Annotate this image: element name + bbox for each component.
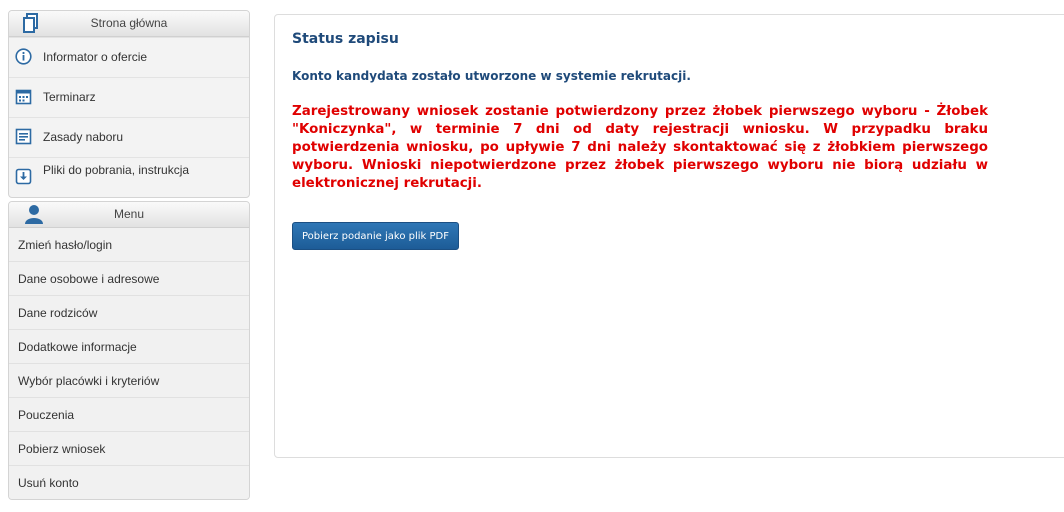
sidebar-item-pliki[interactable]: Pliki do pobrania, instrukcja: [9, 157, 249, 197]
sidebar-item-label: Informator o ofercie: [43, 50, 148, 64]
sidebar-item-label: Pliki do pobrania, instrukcja: [43, 163, 190, 177]
menu-item-parents-data[interactable]: Dane rodziców: [9, 295, 249, 329]
menu-item-change-password[interactable]: Zmień hasło/login: [9, 228, 249, 261]
sidebar: Strona główna Informator o ofercie Termi…: [8, 10, 250, 503]
home-panel-header[interactable]: Strona główna: [9, 11, 249, 37]
home-panel-title: Strona główna: [90, 16, 168, 30]
menu-item-label: Pouczenia: [18, 408, 75, 422]
menu-item-personal-data[interactable]: Dane osobowe i adresowe: [9, 261, 249, 295]
menu-item-facility-choice[interactable]: Wybór placówki i kryteriów: [9, 363, 249, 397]
menu-item-label: Dodatkowe informacje: [18, 340, 137, 354]
menu-item-label: Zmień hasło/login: [18, 238, 113, 252]
sidebar-item-terminarz[interactable]: Terminarz: [9, 77, 249, 117]
menu-item-additional-info[interactable]: Dodatkowe informacje: [9, 329, 249, 363]
document-list-icon: [15, 128, 32, 145]
menu-item-label: Pobierz wniosek: [18, 442, 106, 456]
download-icon: [15, 168, 32, 185]
sidebar-item-label: Zasady naboru: [43, 130, 124, 144]
menu-item-label: Usuń konto: [18, 476, 79, 490]
menu-panel-title: Menu: [113, 207, 145, 221]
info-icon: [15, 48, 32, 65]
menu-panel-header: Menu: [9, 202, 249, 228]
home-panel: Strona główna Informator o ofercie Termi…: [8, 10, 250, 198]
menu-item-instructions[interactable]: Pouczenia: [9, 397, 249, 431]
sidebar-item-zasady-naboru[interactable]: Zasady naboru: [9, 117, 249, 157]
sidebar-item-informator[interactable]: Informator o ofercie: [9, 37, 249, 77]
menu-item-label: Dane rodziców: [18, 306, 98, 320]
page-title: Status zapisu: [292, 31, 399, 47]
menu-item-delete-account[interactable]: Usuń konto: [9, 465, 249, 499]
calendar-icon: [15, 89, 32, 105]
menu-item-label: Dane osobowe i adresowe: [18, 272, 160, 286]
menu-item-label: Wybór placówki i kryteriów: [18, 374, 160, 388]
confirmation-warning: Zarejestrowany wniosek zostanie potwierd…: [292, 104, 988, 191]
sidebar-item-label: Terminarz: [43, 90, 96, 104]
account-created-message: Konto kandydata zostało utworzone w syst…: [292, 69, 691, 83]
status-panel: Status zapisu Konto kandydata zostało ut…: [274, 14, 1064, 458]
download-pdf-button[interactable]: Pobierz podanie jako plik PDF: [292, 222, 459, 250]
menu-item-download-application[interactable]: Pobierz wniosek: [9, 431, 249, 465]
menu-panel: Menu Zmień hasło/login Dane osobowe i ad…: [8, 201, 250, 500]
